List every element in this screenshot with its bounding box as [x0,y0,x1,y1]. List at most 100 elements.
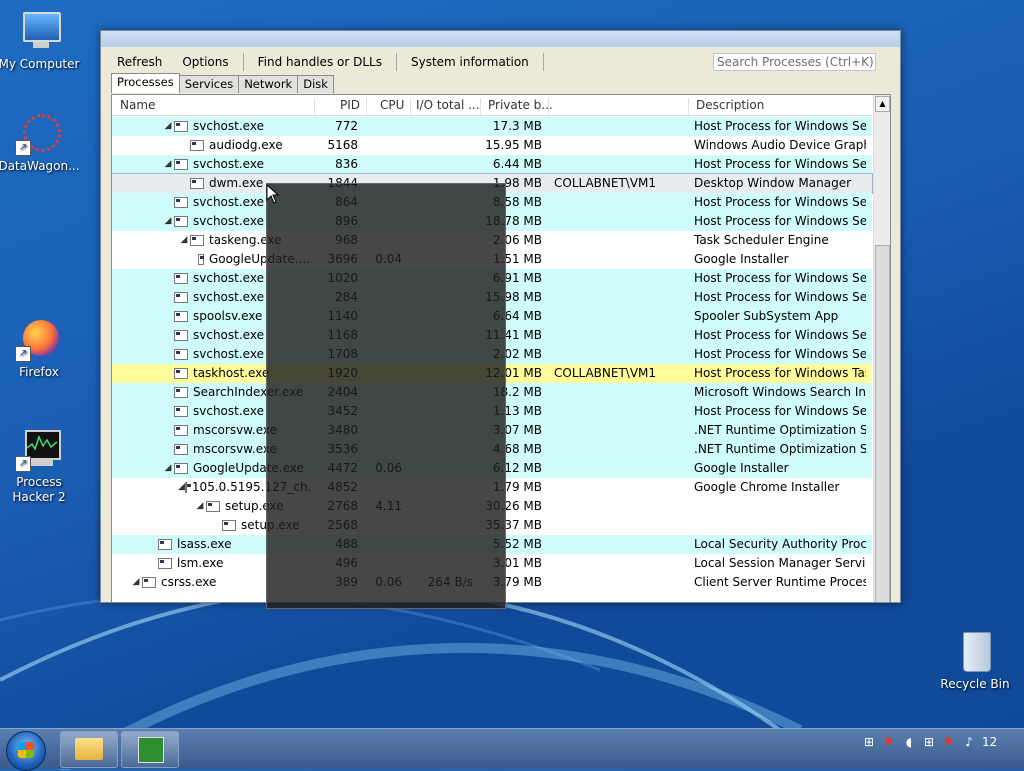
drag-overlay [266,183,506,609]
process-row[interactable]: audiodg.exe 5168 15.95 MB Windows Audio Dev… [112,136,872,155]
folder-icon [75,738,103,760]
desktop-icon-datawagon[interactable]: ↗ DataWagon... [0,112,82,174]
process-name: svchost.exe [193,119,264,133]
mouse-cursor-icon [266,184,280,204]
process-icon [174,368,188,379]
search-input[interactable]: Search Processes (Ctrl+K) [713,53,876,71]
process-description: Host Process for Windows Ser... [694,157,866,171]
shortcut-arrow-icon: ↗ [15,140,31,156]
window-titlebar[interactable] [101,31,900,47]
tab-network[interactable]: Network [238,75,299,93]
expand-arrow-icon[interactable]: ◢ [178,231,190,250]
process-icon [158,558,172,569]
process-description: Task Scheduler Engine [694,233,829,247]
process-pid: 772 [335,119,358,133]
expand-arrow-icon[interactable]: ◢ [162,212,174,231]
tab-services[interactable]: Services [178,75,240,93]
process-name: svchost.exe [193,271,264,285]
desktop-icon-label: DataWagon... [0,159,80,173]
process-name: svchost.exe [193,290,264,304]
process-icon [174,197,188,208]
computer-icon [15,10,63,54]
desktop-icon-label: Firefox [19,365,59,379]
column-divider [314,98,315,118]
datawagon-icon: ↗ [15,112,63,156]
desktop-icon-process-hacker[interactable]: ↗ Process Hacker 2 [0,428,82,505]
vertical-scrollbar[interactable]: ▲ [873,95,890,602]
column-name[interactable]: Name [120,98,155,112]
network-icon[interactable]: ⊞ [862,735,876,749]
clock[interactable]: 12 [982,735,997,749]
process-icon [190,235,204,246]
expand-arrow-icon[interactable]: ◢ [162,155,174,174]
volume-icon[interactable]: ♪ [962,735,976,749]
flag-error-icon[interactable]: ⚑ [942,735,956,749]
process-row[interactable]: ◢ svchost.exe 836 6.44 MB Host Process for W… [112,155,872,174]
process-name-cell: audiodg.exe [178,136,310,155]
process-icon [190,140,204,151]
options-button[interactable]: Options [172,52,238,72]
refresh-button[interactable]: Refresh [107,52,172,72]
taskbar-process-hacker-button[interactable] [121,731,179,768]
system-tray: ⊞ ⚑ ◖ ⊞ ⚑ ♪ 12 [862,735,997,749]
process-description: Google Chrome Installer [694,480,840,494]
process-row[interactable]: ◢ svchost.exe 772 17.3 MB Host Process for W… [112,117,872,136]
process-icon [174,216,188,227]
process-name: svchost.exe [193,157,264,171]
expand-arrow-icon[interactable]: ◢ [194,497,206,516]
process-description: Google Installer [694,252,789,266]
desktop-icon-my-computer[interactable]: My Computer [0,10,82,72]
expand-arrow-icon[interactable]: ◢ [178,478,185,497]
recycle-bin-icon [951,630,999,674]
find-handles-button[interactable]: Find handles or DLLs [248,52,392,72]
shortcut-arrow-icon: ↗ [15,456,31,472]
process-description: Local Session Manager Service [694,556,866,570]
column-description[interactable]: Description [696,98,764,112]
expand-arrow-icon[interactable]: ◢ [162,459,174,478]
process-name: svchost.exe [193,404,264,418]
scrollbar-thumb[interactable] [875,245,890,602]
desktop-icon-recycle-bin[interactable]: Recycle Bin [932,630,1018,692]
process-description: Host Process for Windows Ser... [694,347,866,361]
speaker-icon[interactable]: ◖ [902,735,916,749]
process-name: mscorsvw.exe [193,423,277,437]
column-divider [548,98,549,118]
toolbar-separator [395,53,397,71]
flag-error-icon[interactable]: ⚑ [882,735,896,749]
column-private-bytes[interactable]: Private b... [488,98,553,112]
process-description: Host Process for Windows Ser... [694,328,866,342]
taskbar-explorer-button[interactable] [60,731,118,768]
network-icon[interactable]: ⊞ [922,735,936,749]
desktop-icon-firefox[interactable]: ↗ Firefox [0,318,82,380]
column-divider [688,98,689,118]
shortcut-arrow-icon: ↗ [15,346,31,362]
tab-disk[interactable]: Disk [297,75,334,93]
start-button[interactable] [6,731,46,771]
process-name: svchost.exe [193,214,264,228]
system-information-button[interactable]: System information [401,52,539,72]
process-hacker-icon [138,737,164,763]
process-description: Client Server Runtime Process [694,575,866,589]
tab-processes[interactable]: Processes [111,73,180,93]
firefox-icon: ↗ [15,318,63,362]
expand-arrow-icon[interactable]: ◢ [162,117,174,136]
scroll-up-icon[interactable]: ▲ [875,96,890,112]
process-description: Host Process for Windows Ser... [694,404,866,418]
column-pid[interactable]: PID [340,98,360,112]
process-icon [174,444,188,455]
process-private-bytes: 17.3 MB [492,119,542,133]
process-icon [174,349,188,360]
process-description: Windows Audio Device Graph... [694,138,866,152]
process-description: .NET Runtime Optimization S... [694,423,866,437]
column-io-total[interactable]: I/O total ... [416,98,480,112]
expand-arrow-icon[interactable]: ◢ [130,573,142,592]
process-description: Host Process for Windows Ser... [694,214,866,228]
process-name-cell: ◢ svchost.exe [162,155,310,174]
column-cpu[interactable]: CPU [380,98,404,112]
process-description: Spooler SubSystem App [694,309,839,323]
column-divider [366,98,367,118]
process-name-cell: ◢ svchost.exe [162,117,310,136]
process-icon [174,121,188,132]
process-icon [174,273,188,284]
process-icon [174,406,188,417]
